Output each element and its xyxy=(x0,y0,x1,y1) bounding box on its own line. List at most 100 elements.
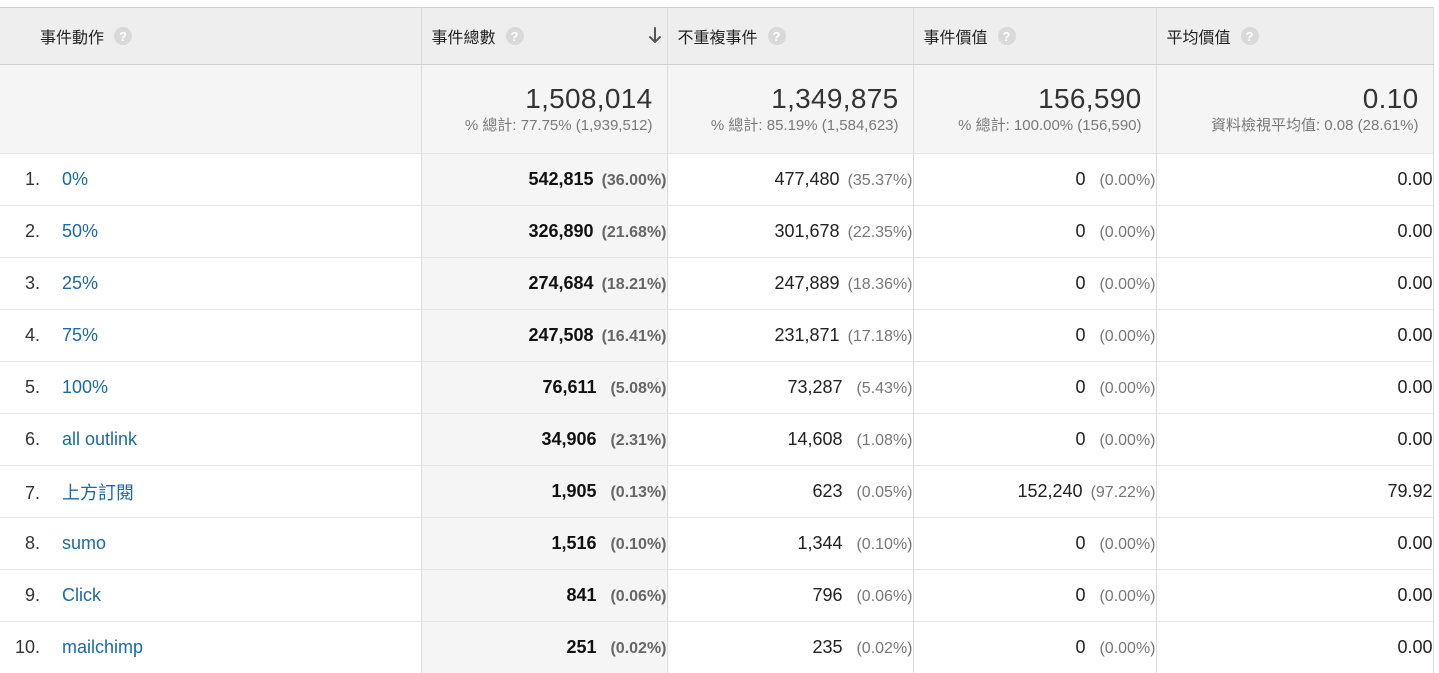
avg-value-cell: 0.00 xyxy=(1156,153,1434,206)
total-events-value: 326,890 xyxy=(528,221,594,241)
unique-events-percent: (0.05%) xyxy=(856,484,913,501)
row-index: 1. xyxy=(24,169,40,189)
avg-value-cell: 0.00 xyxy=(1156,205,1434,258)
total-events-value: 274,684 xyxy=(528,273,594,293)
unique-events-value: 73,287 xyxy=(787,377,843,397)
unique-events-percent: (1.08%) xyxy=(856,432,913,449)
unique-events-percent: (18.36%) xyxy=(847,276,913,293)
event-value-cell: 0 (0.00%) xyxy=(913,517,1157,570)
event-action-link[interactable]: mailchimp xyxy=(62,637,143,657)
total-events-percent: (0.02%) xyxy=(610,640,667,657)
event-value-value: 0 xyxy=(1075,377,1086,397)
event-action-cell: 8. sumo xyxy=(0,517,422,570)
totals-avg-value-value: 0.10 xyxy=(1362,83,1419,114)
totals-total-events: 1,508,014 % 總計: 77.75% (1,939,512) xyxy=(421,64,668,154)
unique-events-value: 477,480 xyxy=(774,169,840,189)
table-row: 1. 0% 542,815 (36.00%) 477,480 (35.37%) 0 (0… xyxy=(0,153,1434,206)
row-index: 6. xyxy=(24,429,40,449)
header-event-value-label: 事件價值 xyxy=(923,30,988,47)
total-events-value: 542,815 xyxy=(528,169,594,189)
table-row: 10. mailchimp 251 (0.02%) 235 (0.02%) 0 (0.0… xyxy=(0,621,1434,673)
totals-unique-events-sub: % 總計: 85.19% (1,584,623) xyxy=(710,117,899,134)
event-action-link[interactable]: Click xyxy=(62,585,101,605)
event-value-cell: 0 (0.00%) xyxy=(913,309,1157,362)
total-events-cell: 34,906 (2.31%) xyxy=(421,413,668,466)
unique-events-cell: 231,871 (17.18%) xyxy=(667,309,914,362)
event-value-percent: (0.00%) xyxy=(1099,536,1156,553)
event-action-cell: 3. 25% xyxy=(0,257,422,310)
arrow-down-icon[interactable] xyxy=(647,26,663,46)
event-action-link[interactable]: 75% xyxy=(62,325,98,345)
avg-value-cell: 0.00 xyxy=(1156,569,1434,622)
question-circle-icon[interactable]: ? xyxy=(1240,27,1259,45)
event-action-link[interactable]: 50% xyxy=(62,221,98,241)
table-row: 6. all outlink 34,906 (2.31%) 14,608 (1.08%… xyxy=(0,413,1434,466)
report-table-container: 事件動作 ? 事件總數 ? 不重複事件 ? 事件價值 ? 平均價值 ? 1,50… xyxy=(0,0,1439,673)
event-value-value: 0 xyxy=(1075,637,1086,657)
event-action-link[interactable]: 100% xyxy=(62,377,108,397)
unique-events-cell: 477,480 (35.37%) xyxy=(667,153,914,206)
avg-value-cell: 0.00 xyxy=(1156,361,1434,414)
avg-value-cell: 0.00 xyxy=(1156,413,1434,466)
avg-value-cell: 0.00 xyxy=(1156,309,1434,362)
total-events-percent: (16.41%) xyxy=(601,328,667,345)
avg-value-value: 79.92 xyxy=(1387,481,1433,501)
event-value-cell: 0 (0.00%) xyxy=(913,413,1157,466)
table-row: 3. 25% 274,684 (18.21%) 247,889 (18.36%) 0 (… xyxy=(0,257,1434,310)
header-total-events[interactable]: 事件總數 ? xyxy=(421,7,668,65)
avg-value-value: 0.00 xyxy=(1397,169,1433,189)
event-action-link[interactable]: sumo xyxy=(62,533,106,553)
totals-label-cell xyxy=(0,64,422,154)
event-action-cell: 2. 50% xyxy=(0,205,422,258)
total-events-cell: 247,508 (16.41%) xyxy=(421,309,668,362)
event-value-value: 0 xyxy=(1075,585,1086,605)
event-value-cell: 0 (0.00%) xyxy=(913,569,1157,622)
event-value-cell: 152,240 (97.22%) xyxy=(913,465,1157,518)
total-events-cell: 274,684 (18.21%) xyxy=(421,257,668,310)
unique-events-value: 247,889 xyxy=(774,273,840,293)
unique-events-value: 623 xyxy=(812,481,843,501)
total-events-cell: 1,905 (0.13%) xyxy=(421,465,668,518)
event-value-value: 0 xyxy=(1075,273,1086,293)
row-index: 3. xyxy=(24,273,40,293)
event-value-percent: (0.00%) xyxy=(1099,432,1156,449)
header-event-action[interactable]: 事件動作 ? xyxy=(0,7,422,65)
avg-value-value: 0.00 xyxy=(1397,533,1433,553)
total-events-value: 841 xyxy=(566,585,597,605)
header-unique-events-label: 不重複事件 xyxy=(677,30,758,47)
header-total-events-label: 事件總數 xyxy=(431,30,496,47)
header-event-value[interactable]: 事件價值 ? xyxy=(913,7,1157,65)
header-avg-value[interactable]: 平均價值 ? xyxy=(1156,7,1434,65)
event-action-link[interactable]: 上方訂閱 xyxy=(62,483,134,503)
total-events-cell: 841 (0.06%) xyxy=(421,569,668,622)
table-header-row: 事件動作 ? 事件總數 ? 不重複事件 ? 事件價值 ? 平均價值 ? xyxy=(0,7,1434,65)
question-circle-icon[interactable]: ? xyxy=(997,27,1016,45)
unique-events-percent: (5.43%) xyxy=(856,380,913,397)
event-action-link[interactable]: 25% xyxy=(62,273,98,293)
total-events-percent: (21.68%) xyxy=(601,224,667,241)
total-events-cell: 326,890 (21.68%) xyxy=(421,205,668,258)
event-action-link[interactable]: all outlink xyxy=(62,429,137,449)
question-circle-icon[interactable]: ? xyxy=(114,27,133,45)
event-value-percent: (0.00%) xyxy=(1099,328,1156,345)
totals-total-events-sub: % 總計: 77.75% (1,939,512) xyxy=(464,117,653,134)
header-unique-events[interactable]: 不重複事件 ? xyxy=(667,7,914,65)
avg-value-cell: 0.00 xyxy=(1156,257,1434,310)
total-events-value: 34,906 xyxy=(541,429,597,449)
totals-event-value-value: 156,590 xyxy=(1038,83,1142,114)
avg-value-cell: 79.92 xyxy=(1156,465,1434,518)
row-index: 8. xyxy=(24,533,40,553)
total-events-percent: (2.31%) xyxy=(610,432,667,449)
event-value-percent: (97.22%) xyxy=(1090,484,1156,501)
totals-avg-value: 0.10 資料檢視平均值: 0.08 (28.61%) xyxy=(1156,64,1434,154)
avg-value-value: 0.00 xyxy=(1397,637,1433,657)
event-action-link[interactable]: 0% xyxy=(62,169,88,189)
question-circle-icon[interactable]: ? xyxy=(767,27,786,45)
totals-unique-events: 1,349,875 % 總計: 85.19% (1,584,623) xyxy=(667,64,914,154)
table-row: 5. 100% 76,611 (5.08%) 73,287 (5.43%) 0 (0.0… xyxy=(0,361,1434,414)
question-circle-icon[interactable]: ? xyxy=(505,27,524,45)
event-value-value: 0 xyxy=(1075,533,1086,553)
event-value-percent: (0.00%) xyxy=(1099,380,1156,397)
unique-events-value: 796 xyxy=(812,585,843,605)
unique-events-cell: 235 (0.02%) xyxy=(667,621,914,673)
